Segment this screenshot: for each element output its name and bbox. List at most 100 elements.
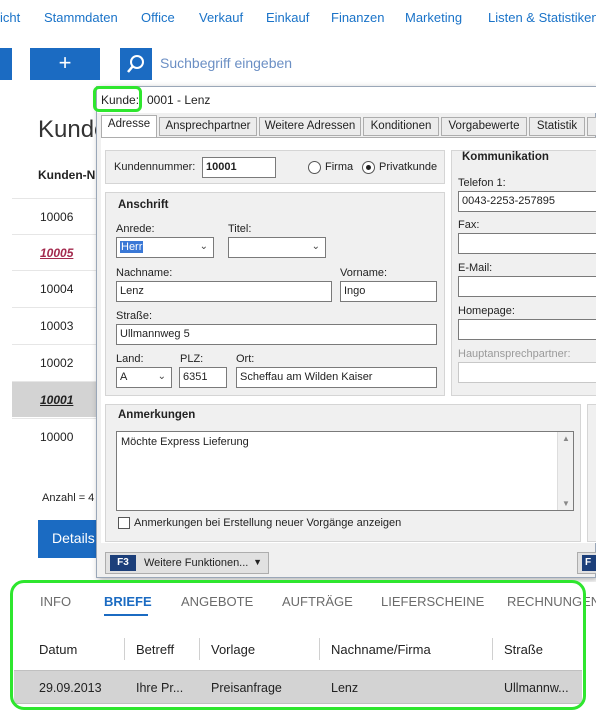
strasse-label: Straße: <box>116 310 153 322</box>
menu-item-office[interactable]: Office <box>141 10 175 25</box>
weitere-funktionen-button[interactable]: F3 Weitere Funktionen... ▼ <box>105 552 269 574</box>
list-row[interactable]: 10002 <box>12 344 102 380</box>
dialog-footer: F3 Weitere Funktionen... ▼ F <box>97 547 596 579</box>
menu-item-einkauf[interactable]: Einkauf <box>266 10 309 25</box>
tab-briefe[interactable]: BRIEFE <box>104 594 152 609</box>
cell-vorlage: Preisanfrage <box>211 681 282 695</box>
scrollbar[interactable]: ▲ ▼ <box>557 432 573 510</box>
tab-overflow[interactable] <box>587 117 596 136</box>
row-id: 10001 <box>40 393 74 407</box>
tab-angebote[interactable]: ANGEBOTE <box>181 594 253 609</box>
email-field[interactable] <box>458 276 596 297</box>
land-label: Land: <box>116 353 144 365</box>
tab-vorgabewerte[interactable]: Vorgabewerte <box>441 117 527 136</box>
list-row[interactable]: 10003 <box>12 307 102 343</box>
anmerkungen-checkbox-label: Anmerkungen bei Erstellung neuer Vorgäng… <box>134 517 402 529</box>
column-separator <box>199 638 200 660</box>
tab-weitere-adressen[interactable]: Weitere Adressen <box>259 117 361 136</box>
fax-label: Fax: <box>458 219 480 231</box>
dialog-title-value: 0001 - Lenz <box>147 93 211 107</box>
tab-info[interactable]: INFO <box>40 594 71 609</box>
firma-label: Firma <box>325 161 354 173</box>
kundennummer-field[interactable]: 10001 <box>202 157 276 178</box>
chevron-down-icon: ⌄ <box>311 241 320 252</box>
list-row-selected[interactable]: 10001 <box>12 381 102 417</box>
scroll-up-icon[interactable]: ▲ <box>562 434 570 443</box>
list-row[interactable]: 10006 <box>12 198 102 234</box>
anrede-value: Herr <box>120 241 144 253</box>
column-separator <box>319 638 320 660</box>
land-select[interactable]: A ⌄ <box>116 367 172 388</box>
details-button[interactable]: Details <box>38 520 100 558</box>
anmerkungen-title: Anmerkungen <box>118 409 196 421</box>
dropdown-arrow-icon: ▼ <box>253 557 262 567</box>
scroll-down-icon[interactable]: ▼ <box>562 499 570 508</box>
cell-betreff: Ihre Pr... <box>136 681 184 695</box>
tab-ansprechpartner[interactable]: Ansprechpartner <box>159 117 257 136</box>
row-id: 10003 <box>40 319 74 333</box>
anmerkungen-textarea[interactable]: Möchte Express Lieferung ▲ ▼ <box>116 431 574 511</box>
menu-item-stammdaten[interactable]: Stammdaten <box>44 10 118 25</box>
cell-nachname-firma: Lenz <box>331 681 359 695</box>
column-header-datum[interactable]: Datum <box>39 642 77 657</box>
tab-rechnungen[interactable]: RECHNUNGEN <box>507 594 596 609</box>
titel-label: Titel: <box>228 223 252 235</box>
active-tab-indicator <box>104 614 148 616</box>
tab-lieferscheine[interactable]: LIEFERSCHEINE <box>381 594 484 609</box>
privatkunde-label: Privatkunde <box>379 161 438 173</box>
plz-field[interactable]: 6351 <box>179 367 227 388</box>
column-header-kundennummer[interactable]: Kunden-N <box>38 168 95 182</box>
weitere-funktionen-label: Weitere Funktionen... <box>144 557 249 569</box>
titel-select[interactable]: ⌄ <box>228 237 326 258</box>
tab-auftraege[interactable]: AUFTRÄGE <box>282 594 353 609</box>
homepage-label: Homepage: <box>458 305 515 317</box>
add-button[interactable]: + <box>30 48 100 80</box>
column-separator <box>492 638 493 660</box>
telefon-field[interactable]: 0043-2253-257895 <box>458 191 596 212</box>
list-row[interactable]: 10000 <box>12 418 102 454</box>
firma-radio[interactable] <box>308 161 321 174</box>
table-row[interactable]: 29.09.2013 Ihre Pr... Preisanfrage Lenz … <box>14 670 582 704</box>
customer-dialog: Kunde: 0001 - Lenz Adresse Ansprechpartn… <box>96 86 596 578</box>
document-panel: INFO BRIEFE ANGEBOTE AUFTRÄGE LIEFERSCHE… <box>12 582 596 724</box>
dialog-title-label: Kunde: <box>101 93 140 107</box>
menu-item-uebersicht[interactable]: icht <box>0 10 20 25</box>
top-menu: icht Stammdaten Office Verkauf Einkauf F… <box>0 0 596 36</box>
tab-statistik[interactable]: Statistik <box>529 117 585 136</box>
menu-item-verkauf[interactable]: Verkauf <box>199 10 243 25</box>
tab-adresse[interactable]: Adresse <box>101 115 157 137</box>
nachname-label: Nachname: <box>116 267 173 279</box>
search-icon <box>127 55 144 73</box>
hauptansprechpartner-field[interactable] <box>458 362 596 383</box>
column-header-nachname-firma[interactable]: Nachname/Firma <box>331 642 431 657</box>
ort-field[interactable]: Scheffau am Wilden Kaiser <box>236 367 437 388</box>
kommunikation-title: Kommunikation <box>462 151 549 163</box>
list-row[interactable]: 10005 <box>12 234 102 270</box>
kommunikation-group: Kommunikation Telefon 1: 0043-2253-25789… <box>451 150 596 396</box>
search-input[interactable]: Suchbegriff eingeben <box>152 48 420 80</box>
homepage-field[interactable] <box>458 319 596 340</box>
ort-label: Ort: <box>236 353 255 365</box>
tab-konditionen[interactable]: Konditionen <box>363 117 439 136</box>
menu-item-listen-statistiken[interactable]: Listen & Statistiken <box>488 10 596 25</box>
vorname-field[interactable]: Ingo <box>340 281 437 302</box>
column-header-vorlage[interactable]: Vorlage <box>211 642 255 657</box>
nachname-field[interactable]: Lenz <box>116 281 332 302</box>
anrede-select[interactable]: Herr ⌄ <box>116 237 214 258</box>
list-row[interactable]: 10004 <box>12 270 102 306</box>
search-button[interactable] <box>120 48 152 80</box>
column-header-strasse[interactable]: Straße <box>504 642 543 657</box>
function-button-right[interactable]: F <box>577 552 596 574</box>
column-header-betreff[interactable]: Betreff <box>136 642 174 657</box>
fax-field[interactable] <box>458 233 596 254</box>
anmerkungen-checkbox[interactable] <box>118 517 130 529</box>
menu-item-marketing[interactable]: Marketing <box>405 10 462 25</box>
function-key-right: F <box>582 555 596 571</box>
menu-item-finanzen[interactable]: Finanzen <box>331 10 384 25</box>
dialog-title-bar: Kunde: 0001 - Lenz <box>97 87 596 113</box>
strasse-field[interactable]: Ullmannweg 5 <box>116 324 437 345</box>
toolbar-left-button[interactable] <box>0 48 12 80</box>
privatkunde-radio[interactable] <box>362 161 375 174</box>
count-label: Anzahl = 4 <box>42 492 95 504</box>
customer-list: Kunde Kunden-N 10006 10005 10004 10003 1… <box>0 96 107 576</box>
